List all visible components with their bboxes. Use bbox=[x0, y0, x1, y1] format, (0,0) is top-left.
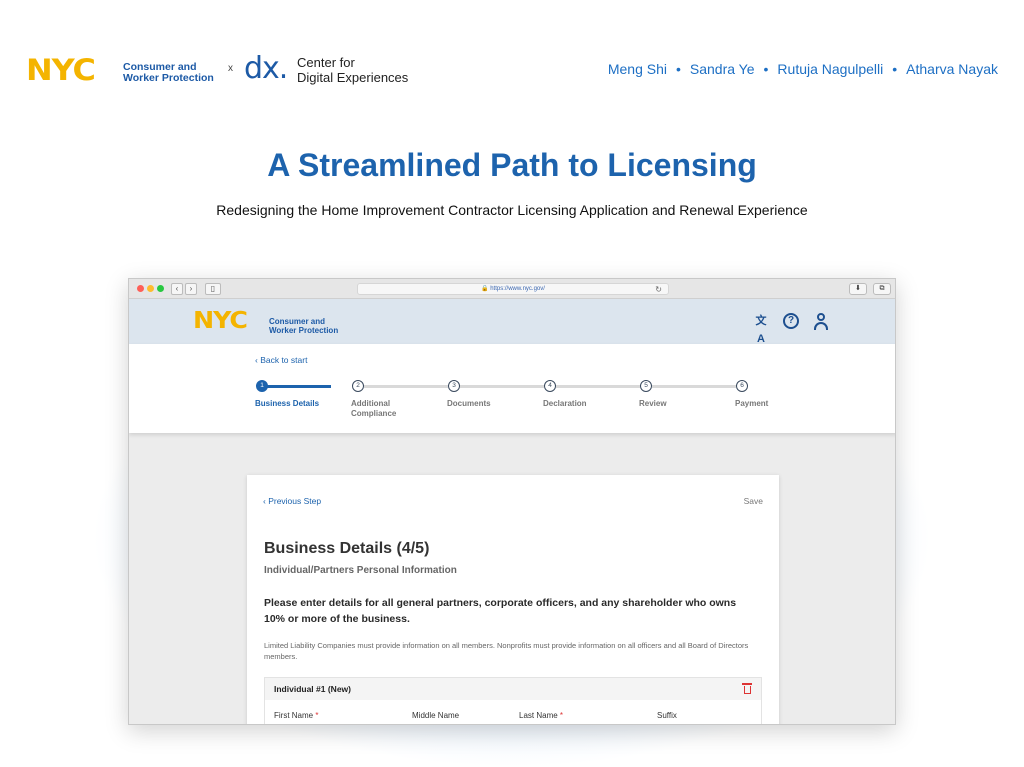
lock-icon: 🔒 bbox=[481, 286, 489, 292]
author-name: Meng Shi bbox=[607, 61, 667, 77]
trash-icon[interactable] bbox=[742, 682, 752, 695]
collaboration-separator: x bbox=[228, 63, 233, 74]
user-account-icon[interactable] bbox=[813, 312, 829, 330]
step-label-business-details[interactable]: Business Details bbox=[255, 399, 325, 409]
browser-forward-button[interactable]: › bbox=[185, 283, 197, 295]
progress-track bbox=[364, 385, 448, 388]
maximize-window-button[interactable] bbox=[157, 285, 164, 292]
site-header: NYC Consumer and Worker Protection 文A ? bbox=[129, 299, 895, 345]
author-name: Atharva Nayak bbox=[906, 61, 998, 77]
required-marker: * bbox=[559, 711, 564, 720]
step-label-payment[interactable]: Payment bbox=[735, 399, 805, 409]
step-6-indicator[interactable]: 6 bbox=[736, 380, 748, 392]
step-label-declaration[interactable]: Declaration bbox=[543, 399, 613, 409]
middle-name-label: Middle Name bbox=[412, 711, 460, 720]
step-5-indicator[interactable]: 5 bbox=[640, 380, 652, 392]
dx-logo: dx. bbox=[244, 51, 288, 86]
address-bar[interactable]: 🔒 https://www.nyc.gov/ ↻ bbox=[357, 283, 669, 295]
minimize-window-button[interactable] bbox=[147, 285, 154, 292]
form-subtitle: Individual/Partners Personal Information bbox=[264, 565, 457, 576]
author-name: Sandra Ye bbox=[689, 61, 755, 77]
nyc-logo[interactable]: NYC bbox=[193, 309, 270, 333]
step-label-review[interactable]: Review bbox=[639, 399, 709, 409]
close-window-button[interactable] bbox=[137, 285, 144, 292]
required-marker: * bbox=[315, 711, 319, 720]
individual-entry-header: Individual #1 (New) bbox=[265, 678, 761, 700]
step-2-indicator[interactable]: 2 bbox=[352, 380, 364, 392]
step-3-indicator[interactable]: 3 bbox=[448, 380, 460, 392]
author-name: Rutuja Nagulpelli bbox=[777, 61, 884, 77]
previous-step-link[interactable]: ‹ Previous Step bbox=[263, 496, 321, 506]
step-4-indicator[interactable]: 4 bbox=[544, 380, 556, 392]
individual-entry-section: Individual #1 (New) First Name * Middle … bbox=[264, 677, 762, 724]
url-text: 🔒 https://www.nyc.gov/ bbox=[481, 286, 545, 292]
step-label-additional-compliance[interactable]: Additional Compliance bbox=[351, 399, 411, 418]
progress-stepper-panel: ‹ Back to start 1 2 3 4 5 6 Business Det… bbox=[129, 344, 895, 433]
progress-track bbox=[460, 385, 544, 388]
progress-track bbox=[556, 385, 640, 388]
page-title: A Streamlined Path to Licensing bbox=[267, 147, 757, 183]
step-1-indicator[interactable]: 1 bbox=[256, 380, 268, 392]
nyc-logo: NYC bbox=[26, 53, 96, 87]
step-label-documents[interactable]: Documents bbox=[447, 399, 517, 409]
first-name-label: First Name * bbox=[274, 711, 319, 720]
bullet-separator: • bbox=[675, 61, 681, 77]
help-icon[interactable]: ? bbox=[783, 313, 799, 329]
dcwp-brand-text: Consumer and Worker Protection bbox=[123, 61, 214, 84]
tabs-overview-icon[interactable]: ⧉ bbox=[873, 283, 891, 295]
business-details-form: ‹ Previous Step Save Business Details (4… bbox=[247, 475, 779, 724]
presentation-header: NYC Consumer and Worker Protection x dx.… bbox=[26, 50, 998, 90]
author-list: Meng Shi • Sandra Ye • Rutuja Nagulpelli • Ath… bbox=[608, 61, 998, 77]
page-subtitle: Redesigning the Home Improvement Contrac… bbox=[216, 202, 808, 218]
last-name-label: Last Name * bbox=[519, 711, 564, 720]
progress-track bbox=[652, 385, 736, 388]
bullet-separator: • bbox=[892, 61, 898, 77]
form-note: Limited Liability Companies must provide… bbox=[264, 641, 749, 661]
download-icon[interactable]: ⬇ bbox=[849, 283, 867, 295]
dcwp-brand-text: Consumer and Worker Protection bbox=[269, 317, 339, 335]
individual-entry-title: Individual #1 (New) bbox=[274, 684, 351, 694]
browser-back-button[interactable]: ‹ bbox=[171, 283, 183, 295]
translate-icon[interactable]: 文A bbox=[752, 312, 770, 345]
form-instructions: Please enter details for all general par… bbox=[264, 597, 737, 625]
browser-toolbar: ‹ › ▯ 🔒 https://www.nyc.gov/ ↻ ⬇ ⧉ bbox=[129, 279, 895, 299]
browser-window: ‹ › ▯ 🔒 https://www.nyc.gov/ ↻ ⬇ ⧉ NYC C… bbox=[128, 278, 896, 725]
reload-icon[interactable]: ↻ bbox=[655, 284, 662, 295]
progress-track-completed bbox=[267, 385, 331, 388]
form-title: Business Details (4/5) bbox=[264, 540, 430, 557]
suffix-label: Suffix bbox=[657, 711, 677, 720]
bullet-separator: • bbox=[763, 61, 769, 77]
save-button[interactable]: Save bbox=[744, 496, 763, 506]
back-to-start-link[interactable]: ‹ Back to start bbox=[255, 355, 307, 365]
dx-brand-text: Center for Digital Experiences bbox=[297, 55, 409, 85]
sidebar-toggle-icon[interactable]: ▯ bbox=[205, 283, 221, 295]
